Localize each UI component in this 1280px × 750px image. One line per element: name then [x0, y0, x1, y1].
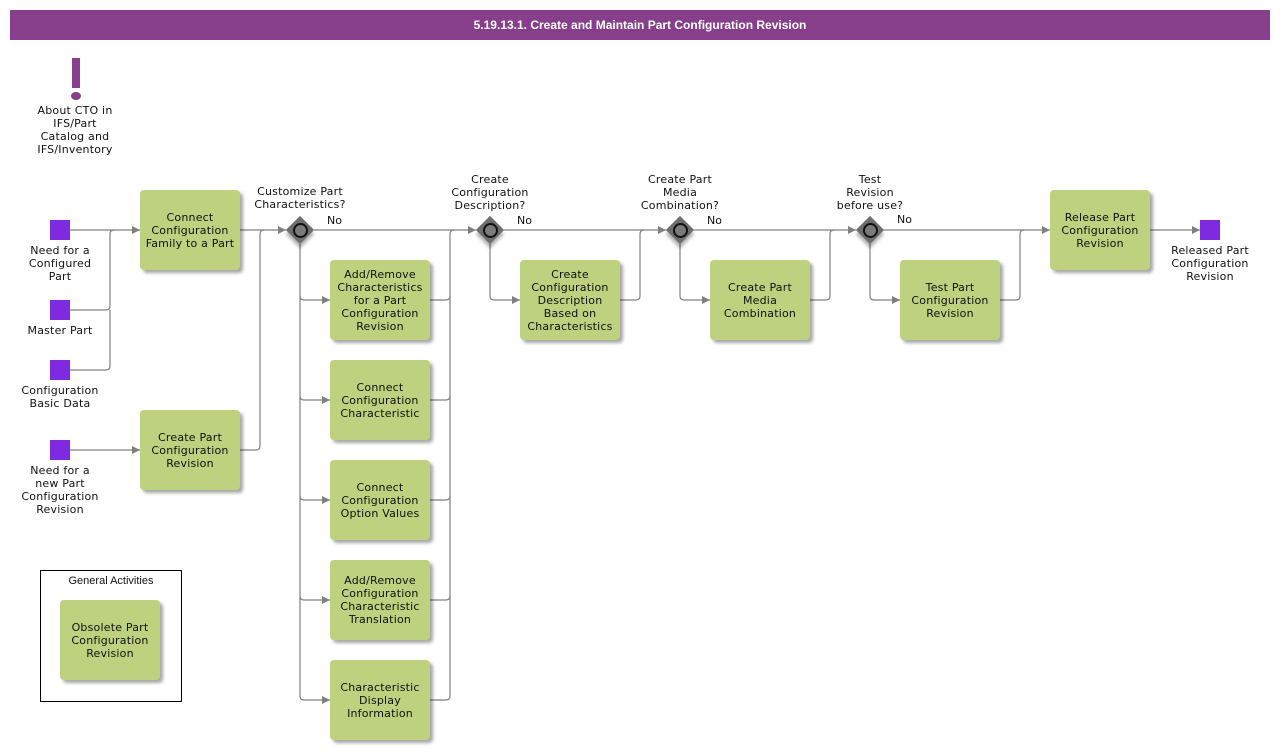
- gateway-description[interactable]: [475, 215, 505, 245]
- connector: [1000, 229, 1025, 301]
- task-label: Release Part Configuration Revision: [1061, 210, 1139, 250]
- task-label: Add/Remove Configuration Characteristic …: [340, 574, 420, 626]
- connector: [299, 395, 330, 404]
- task-release-revision[interactable]: Release Part Configuration Revision: [1050, 190, 1150, 270]
- event-label: Released Part Configuration Revision: [1171, 244, 1249, 283]
- task-label: Characteristic Display Information: [340, 680, 420, 720]
- gateway-customize[interactable]: [285, 215, 315, 245]
- task-label: Create Part Media Combination: [723, 280, 797, 320]
- gateway-circle-icon: [673, 223, 688, 238]
- start-event-master-part[interactable]: [50, 300, 70, 320]
- task-label: Connect Configuration Option Values: [340, 480, 420, 520]
- connector: [869, 244, 900, 304]
- connector: [299, 495, 330, 504]
- event-label: Need for a new Part Configuration Revisi…: [21, 464, 99, 516]
- task-label: Create Part Configuration Revision: [151, 430, 229, 470]
- gateway-circle-icon: [863, 223, 878, 238]
- branch-label-no: No: [707, 214, 722, 227]
- gateway-label: Create Configuration Description?: [451, 173, 529, 212]
- connector: [299, 595, 330, 604]
- connector: [430, 595, 451, 601]
- event-label: Master Part: [27, 324, 93, 337]
- task-label: Create Configuration Description Based o…: [527, 267, 613, 333]
- event-label: Need for a Configured Part: [28, 244, 92, 283]
- exclamation-icon[interactable]: [64, 56, 88, 102]
- gateway-test[interactable]: [855, 215, 885, 245]
- connector: [70, 310, 111, 371]
- branch-label-no: No: [327, 214, 342, 227]
- gateway-label: Test Revision before use?: [836, 173, 904, 212]
- task-create-revision[interactable]: Create Part Configuration Revision: [140, 410, 240, 490]
- branch-label-no: No: [897, 213, 912, 226]
- connector-layer: [70, 226, 1200, 704]
- info-label[interactable]: About CTO in IFS/Part Catalog and IFS/In…: [20, 104, 130, 156]
- start-event-need-configured-part[interactable]: [50, 220, 70, 240]
- connector: [430, 495, 451, 501]
- connector: [810, 229, 835, 301]
- branch-label-no: No: [517, 214, 532, 227]
- connector: [299, 244, 330, 704]
- gateway-circle-icon: [293, 223, 308, 238]
- task-create-description[interactable]: Create Configuration Description Based o…: [520, 260, 620, 340]
- task-label: Add/Remove Characteristics for a Part Co…: [337, 267, 423, 333]
- task-obsolete-revision[interactable]: Obsolete Part Configuration Revision: [60, 600, 160, 680]
- task-connect-option-values[interactable]: Connect Configuration Option Values: [330, 460, 430, 540]
- task-create-media[interactable]: Create Part Media Combination: [710, 260, 810, 340]
- start-event-config-basic-data[interactable]: [50, 360, 70, 380]
- connector: [489, 244, 520, 304]
- task-add-remove-translation[interactable]: Add/Remove Configuration Characteristic …: [330, 560, 430, 640]
- task-label: Test Part Configuration Revision: [911, 280, 989, 320]
- task-label: Obsolete Part Configuration Revision: [71, 620, 149, 660]
- gateway-circle-icon: [483, 223, 498, 238]
- task-test-revision[interactable]: Test Part Configuration Revision: [900, 260, 1000, 340]
- task-add-remove-characteristics[interactable]: Add/Remove Characteristics for a Part Co…: [330, 260, 430, 340]
- task-label: Connect Configuration Family to a Part: [145, 210, 235, 250]
- connector: [679, 244, 710, 304]
- event-label: Configuration Basic Data: [21, 384, 99, 410]
- task-display-information[interactable]: Characteristic Display Information: [330, 660, 430, 740]
- general-activities-title: General Activities: [68, 575, 154, 587]
- connector: [299, 295, 330, 304]
- connector: [430, 295, 451, 301]
- connector: [240, 229, 265, 451]
- gateway-media[interactable]: [665, 215, 695, 245]
- connector: [430, 395, 451, 401]
- task-connect-characteristic[interactable]: Connect Configuration Characteristic: [330, 360, 430, 440]
- task-label: Connect Configuration Characteristic: [340, 380, 420, 420]
- start-event-need-new-revision[interactable]: [50, 440, 70, 460]
- connector: [620, 229, 645, 301]
- gateway-label: Create Part Media Combination?: [640, 173, 720, 212]
- end-event-released-revision[interactable]: [1200, 220, 1220, 240]
- general-activities-group: General Activities Obsolete Part Configu…: [40, 570, 182, 702]
- gateway-label: Customize Part Characteristics?: [254, 185, 346, 211]
- task-connect-family[interactable]: Connect Configuration Family to a Part: [140, 190, 240, 270]
